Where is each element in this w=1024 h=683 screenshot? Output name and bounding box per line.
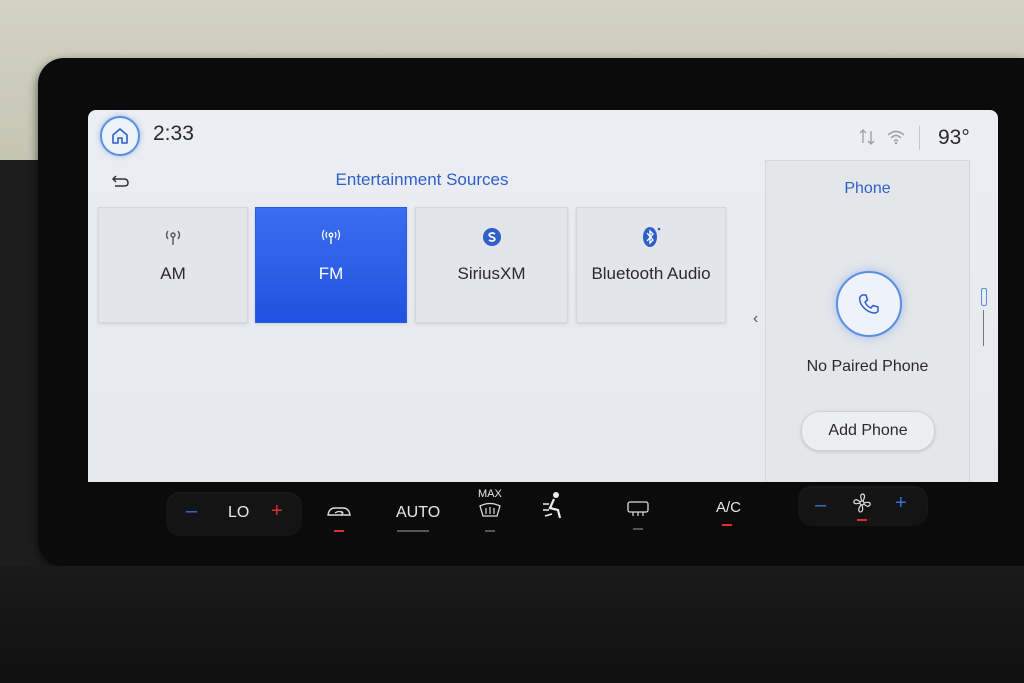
driver-temp-down-button[interactable]: – (186, 500, 197, 523)
dashboard-lower (0, 566, 1024, 683)
source-label: SiriusXM (457, 264, 526, 283)
back-button[interactable] (110, 172, 132, 190)
source-tile-bluetooth[interactable]: Bluetooth Audio (576, 207, 726, 323)
scroll-indicator[interactable] (981, 288, 987, 348)
home-button[interactable] (100, 116, 140, 156)
fan-speed-display (851, 492, 873, 518)
max-defrost-label: MAX (478, 488, 502, 500)
siriusxm-icon (482, 228, 501, 246)
phone-icon (858, 294, 879, 314)
ac-button[interactable]: A/C (716, 499, 741, 516)
fan-icon (853, 493, 871, 513)
fm-antenna-icon (321, 229, 341, 244)
status-icons (858, 128, 906, 146)
rear-defrost-button[interactable] (626, 500, 650, 522)
data-transfer-icon (859, 129, 875, 145)
section-title: Entertainment Sources (335, 170, 509, 189)
scroll-thumb[interactable] (981, 288, 987, 306)
air-distribution-button[interactable] (540, 490, 568, 526)
phone-panel-title: Phone (844, 180, 891, 197)
driver-temp-up-button[interactable]: + (271, 500, 283, 523)
rear-defrost-icon (627, 501, 649, 516)
phone-button[interactable] (836, 271, 902, 337)
recirculation-button[interactable] (326, 504, 352, 524)
fan-speed-down-button[interactable]: – (815, 494, 826, 517)
source-tile-fm[interactable]: FM (255, 207, 407, 323)
phone-panel: Phone No Paired Phone Add Phone (765, 160, 970, 482)
back-arrow-icon (111, 175, 129, 187)
air-distribution-icon (543, 492, 562, 519)
clock: 2:33 (153, 122, 194, 145)
status-divider (919, 126, 920, 150)
panel-collapse-chevron-icon[interactable]: ‹ (753, 310, 758, 328)
infotainment-screen: 2:33 93° Entertainment Sources AM FM Sir… (88, 110, 998, 482)
am-antenna-icon (165, 230, 181, 245)
max-defrost-button[interactable] (477, 502, 503, 524)
source-tile-siriusxm[interactable]: SiriusXM (415, 207, 568, 323)
source-tile-am[interactable]: AM (98, 207, 248, 323)
source-label: FM (318, 264, 344, 283)
add-phone-button[interactable]: Add Phone (801, 411, 935, 451)
fan-speed-up-button[interactable]: + (895, 492, 907, 515)
source-label: Bluetooth Audio (591, 264, 711, 283)
bluetooth-icon (643, 227, 661, 247)
recirculation-icon (327, 507, 351, 516)
windshield-defrost-icon (479, 502, 501, 517)
wifi-icon (887, 130, 905, 145)
home-icon (112, 128, 128, 144)
scroll-track (983, 310, 984, 346)
phone-status: No Paired Phone (806, 358, 929, 375)
source-label: AM (160, 264, 186, 283)
outside-temperature: 93° (938, 126, 970, 149)
driver-temp-display: LO (228, 504, 250, 521)
auto-climate-button[interactable]: AUTO (396, 504, 440, 522)
